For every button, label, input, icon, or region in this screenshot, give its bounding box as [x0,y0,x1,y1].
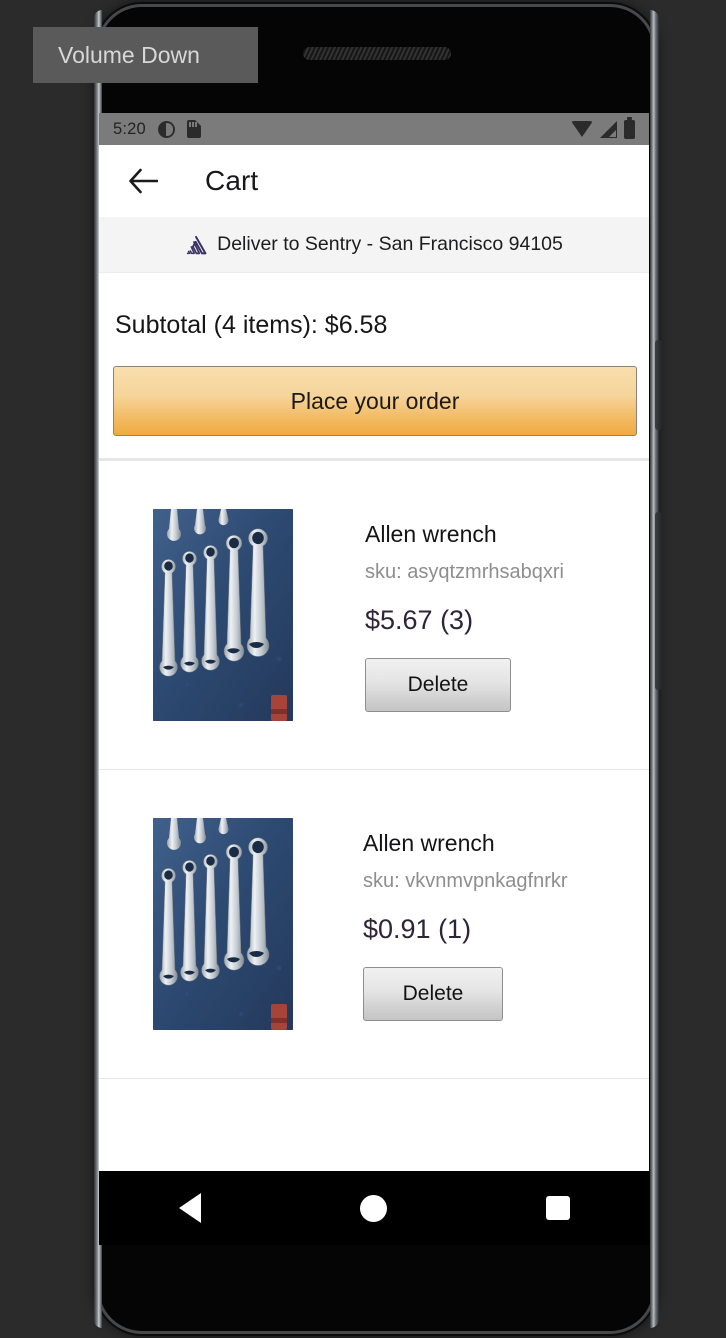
screenshot-root: 5:20 Cart Deliver to Sentry - San Franci… [0,0,726,1338]
subtotal-label: Subtotal (4 items): $6.58 [115,311,388,339]
status-time: 5:20 [113,119,146,138]
earpiece-speaker [303,47,451,60]
page-title: Cart [205,165,259,196]
status-bar-left: 5:20 [113,120,201,139]
nav-back-icon[interactable] [178,1193,201,1223]
deliver-to-label: Deliver to Sentry - San Francisco 94105 [217,233,563,255]
cellular-signal-icon [600,120,617,138]
cart-item-row: Allen wrench sku: asyqtzmrhsabqxri $5.67… [99,461,649,770]
power-button[interactable] [655,340,662,430]
wifi-icon [571,121,593,137]
phone-screen: 5:20 Cart Deliver to Sentry - San Franci… [99,113,649,1171]
android-nav-bar [99,1171,649,1245]
nav-home-icon[interactable] [359,1194,387,1222]
nav-recents-icon[interactable] [545,1196,570,1220]
sentry-logo-icon [187,235,207,254]
product-thumbnail[interactable] [153,818,293,1030]
product-details: Allen wrench sku: asyqtzmrhsabqxri $5.67… [365,509,564,721]
delete-button[interactable]: Delete [363,967,503,1021]
product-name: Allen wrench [365,521,497,547]
cart-item-row: Allen wrench sku: vkvnmvpnkagfnrkr $0.91… [99,770,649,1079]
status-bar: 5:20 [99,113,649,145]
product-sku: sku: asyqtzmrhsabqxri [365,561,564,583]
status-bar-right [571,116,635,139]
battery-icon [624,116,635,139]
back-arrow-icon[interactable] [121,159,165,203]
product-name: Allen wrench [363,830,495,856]
app-bar: Cart [99,145,649,217]
product-details: Allen wrench sku: vkvnmvpnkagfnrkr $0.91… [363,818,568,1030]
product-price: $5.67 (3) [365,605,474,635]
order-summary: Subtotal (4 items): $6.58 Place your ord… [99,273,649,458]
product-price: $0.91 (1) [363,914,472,944]
volume-rocker-button[interactable] [655,512,662,690]
volume-down-toast: Volume Down [33,27,258,83]
place-order-button[interactable]: Place your order [113,366,637,436]
product-thumbnail[interactable] [153,509,293,721]
deliver-to-banner[interactable]: Deliver to Sentry - San Francisco 94105 [99,217,649,273]
product-sku: sku: vkvnmvpnkagfnrkr [363,870,568,892]
do-not-disturb-icon [157,120,175,138]
sd-card-icon [186,120,201,138]
delete-button[interactable]: Delete [365,658,511,712]
